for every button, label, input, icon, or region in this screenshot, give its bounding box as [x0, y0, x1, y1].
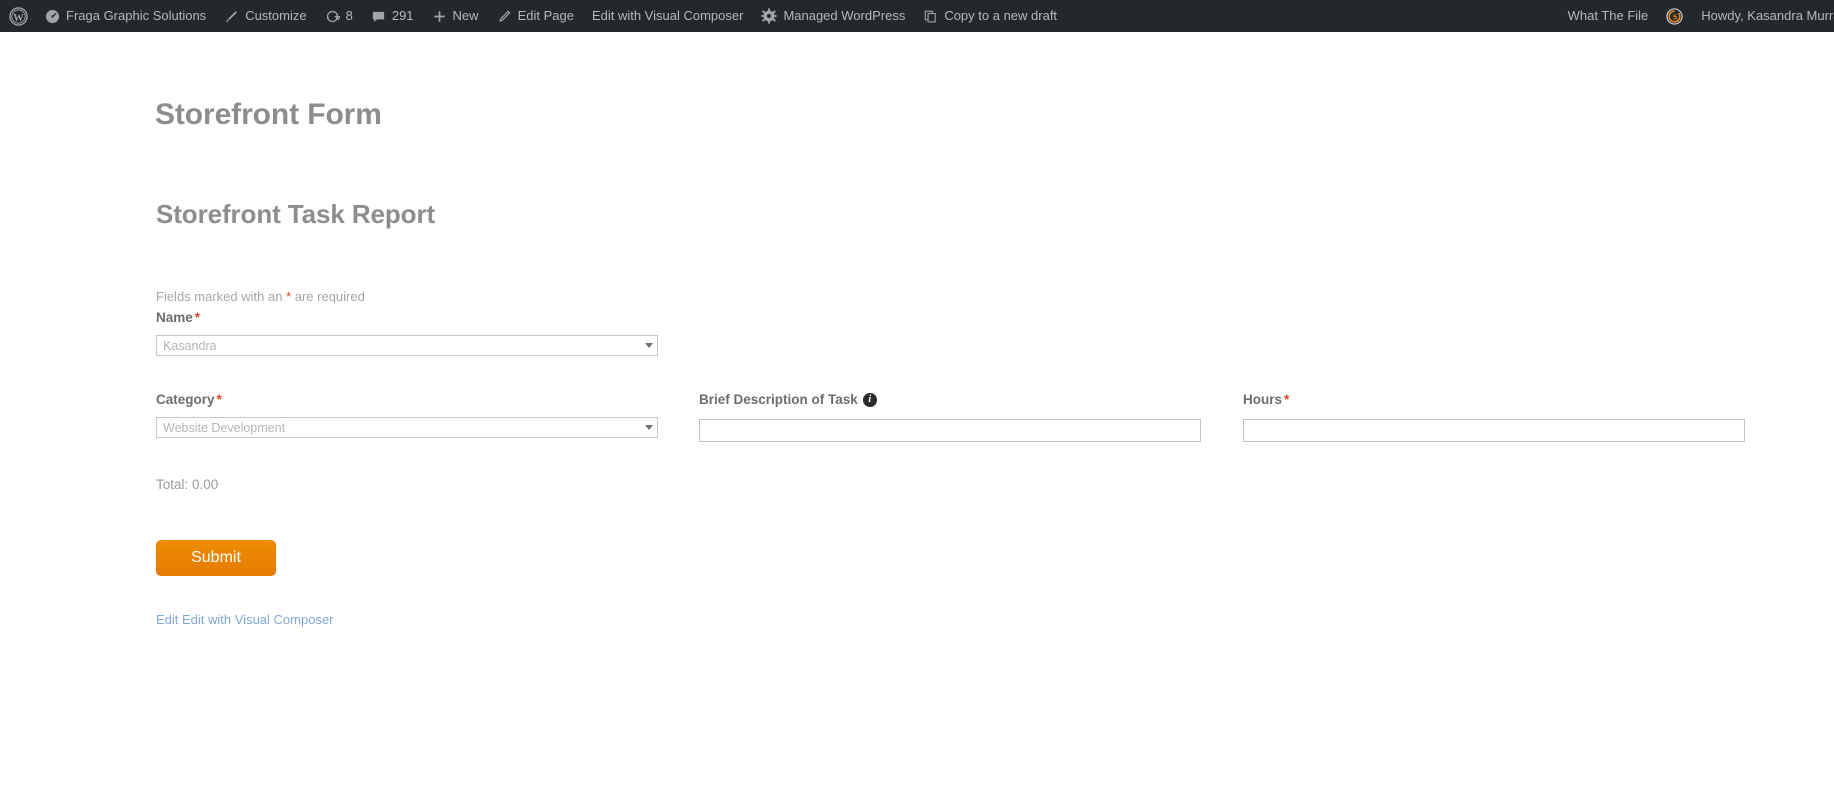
name-select[interactable]: Kasandra — [156, 335, 658, 356]
svg-text:5: 5 — [1673, 12, 1677, 21]
name-label-text: Name — [156, 310, 193, 325]
ninja-forms-icon: 5 — [1666, 7, 1683, 25]
admin-bar-item-ninja-forms[interactable]: 5 — [1657, 0, 1692, 32]
comment-bubble-icon — [371, 9, 386, 24]
page-title: Storefront Form — [155, 98, 382, 131]
hours-required-asterisk: * — [1284, 392, 1290, 407]
total-amount-text: Total: 0.00 — [156, 477, 219, 492]
admin-bar-edit-page-label: Edit Page — [517, 8, 574, 23]
form-heading: Storefront Task Report — [156, 199, 436, 229]
chevron-down-icon — [645, 343, 653, 348]
admin-bar-site-name-label: Fraga Graphic Solutions — [66, 8, 207, 23]
admin-bar-item-customize[interactable]: Customize — [215, 0, 315, 32]
name-select-box[interactable]: Kasandra — [156, 335, 658, 356]
admin-bar-item-copy-to-new-draft[interactable]: Copy to a new draft — [914, 0, 1066, 32]
admin-bar-spacer — [1066, 0, 1559, 32]
pencil-icon — [497, 9, 512, 24]
admin-bar-comments-count: 291 — [391, 8, 414, 23]
page-content: Storefront Form Storefront Task Report F… — [0, 32, 1834, 789]
required-fields-note: Fields marked with an * are required — [156, 289, 365, 304]
admin-bar-item-my-account[interactable]: Howdy, Kasandra Murray — [1692, 0, 1834, 32]
hours-field-label: Hours * — [1243, 392, 1289, 407]
admin-bar-item-managed-wordpress[interactable]: Managed WordPress — [752, 0, 914, 32]
category-field-label: Category * — [156, 392, 222, 407]
admin-bar-item-site-name[interactable]: Fraga Graphic Solutions — [36, 0, 215, 32]
name-field-label: Name * — [156, 310, 200, 325]
description-field-label: Brief Description of Task i — [699, 392, 877, 407]
admin-bar-copy-draft-label: Copy to a new draft — [944, 8, 1058, 23]
admin-bar-visual-composer-label: Edit with Visual Composer — [591, 8, 744, 23]
category-required-asterisk: * — [216, 392, 222, 407]
required-note-suffix: are required — [291, 289, 365, 304]
edit-with-visual-composer-link[interactable]: Edit Edit with Visual Composer — [156, 612, 334, 627]
admin-bar-right-group: What The File 5 Howdy, Kasandra Murray — [1559, 0, 1834, 32]
admin-bar-item-wp-logo[interactable]: W — [0, 0, 36, 32]
copy-icon — [923, 9, 938, 24]
submit-button[interactable]: Submit — [156, 540, 276, 576]
required-note-prefix: Fields marked with an — [156, 289, 287, 304]
category-label-text: Category — [156, 392, 215, 407]
plus-icon — [432, 9, 447, 24]
name-required-asterisk: * — [194, 310, 201, 325]
svg-text:W: W — [13, 12, 24, 23]
wordpress-icon: W — [9, 6, 28, 26]
admin-bar-item-what-the-file[interactable]: What The File — [1559, 0, 1658, 32]
admin-bar-customize-label: Customize — [245, 8, 307, 23]
gear-icon — [761, 8, 778, 24]
paintbrush-icon — [224, 9, 239, 24]
hours-label-text: Hours — [1243, 392, 1283, 407]
dashboard-icon — [45, 9, 60, 24]
description-input[interactable] — [699, 419, 1201, 442]
admin-bar-managed-wordpress-label: Managed WordPress — [783, 8, 906, 23]
admin-bar-item-edit-page[interactable]: Edit Page — [488, 0, 583, 32]
update-arrows-icon — [325, 9, 340, 24]
admin-bar-item-edit-with-visual-composer[interactable]: Edit with Visual Composer — [583, 0, 753, 32]
admin-bar-what-the-file-label: What The File — [1567, 8, 1649, 23]
admin-bar-item-updates[interactable]: 8 — [316, 0, 362, 32]
admin-bar-howdy-label: Howdy, Kasandra Murray — [1701, 8, 1834, 23]
wp-admin-bar: W Fraga Graphic Solutions Customize 8 29… — [0, 0, 1834, 32]
admin-bar-updates-count: 8 — [345, 8, 353, 23]
description-label-text: Brief Description of Task — [699, 392, 858, 407]
name-selected-value: Kasandra — [163, 338, 217, 353]
admin-bar-new-label: New — [452, 8, 479, 23]
admin-bar-item-comments[interactable]: 291 — [362, 0, 423, 32]
category-select[interactable]: Website Development — [156, 417, 658, 438]
chevron-down-icon — [645, 425, 653, 430]
category-selected-value: Website Development — [163, 420, 286, 435]
category-select-box[interactable]: Website Development — [156, 417, 658, 438]
edit-links: Edit Edit with Visual Composer — [156, 612, 334, 627]
admin-bar-left-group: W Fraga Graphic Solutions Customize 8 29… — [0, 0, 1066, 32]
hours-input[interactable] — [1243, 419, 1745, 442]
admin-bar-item-new-content[interactable]: New — [423, 0, 488, 32]
info-icon[interactable]: i — [862, 392, 877, 407]
